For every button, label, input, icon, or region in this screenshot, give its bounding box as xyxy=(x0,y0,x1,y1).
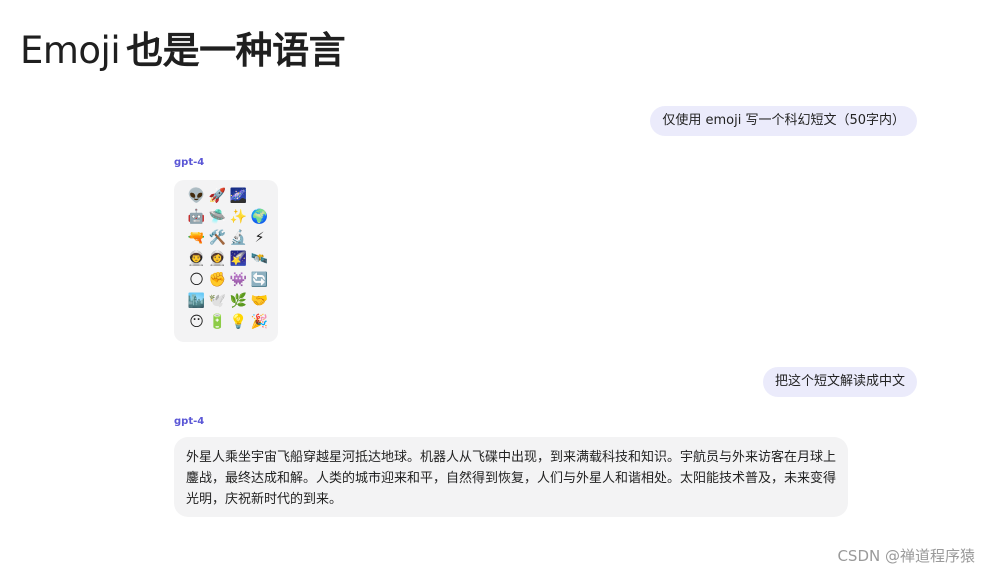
herb-emoji: 🌿 xyxy=(229,293,248,309)
emoji-row: 👽 🚀 🌌 xyxy=(186,186,278,207)
assistant-emoji-reply: 👽 🚀 🌌 🤖 🛸 ✨ 🌍 🔫 🛠️ 🔬 ⚡ 👨‍🚀 👩‍🚀 🌠 🛰️ 🌕 ✊ … xyxy=(174,180,278,342)
lightning-emoji: ⚡ xyxy=(254,230,265,246)
rocket-emoji: 🚀 xyxy=(208,188,227,204)
page-title-rest: 也是一种语言 xyxy=(126,29,346,72)
watermark: CSDN @禅道程序猿 xyxy=(837,547,975,565)
space-invader-emoji: 👾 xyxy=(229,272,248,288)
sparkles-emoji: ✨ xyxy=(229,209,248,225)
assistant-text-reply: 外星人乘坐宇宙飞船穿越星河抵达地球。机器人从飞碟中出现，到来满载科技和知识。宇航… xyxy=(174,437,848,517)
party-popper-emoji: 🎉 xyxy=(250,314,269,330)
page-title-emoji-word: Emoji xyxy=(20,29,121,72)
satellite-emoji: 🛰️ xyxy=(250,251,269,267)
ufo-emoji: 🛸 xyxy=(208,209,227,225)
handshake-emoji: 🤝 xyxy=(250,293,269,309)
dove-emoji: 🕊️ xyxy=(208,293,227,309)
repeat-emoji: 🔄 xyxy=(250,272,269,288)
emoji-row: 🏙️ 🕊️ 🌿 🤝 xyxy=(186,291,278,312)
page-title: Emoji 也是一种语言 xyxy=(20,28,346,74)
emoji-row: 🌕 ✊ 👾 🔄 xyxy=(186,270,278,291)
astronaut-emoji: 👨‍🚀 xyxy=(187,251,206,267)
emoji-row: 🤖 🛸 ✨ 🌍 xyxy=(186,207,278,228)
fist-emoji: ✊ xyxy=(208,272,227,288)
user-message-bubble: 把这个短文解读成中文 xyxy=(762,367,917,397)
emoji-row: 😶 🔋 💡 🎉 xyxy=(186,312,278,333)
water-pistol-emoji: 🔫 xyxy=(187,230,206,246)
galaxy-emoji: 🌌 xyxy=(229,188,248,204)
moon-emoji: 🌕 xyxy=(189,272,204,288)
astronaut-emoji: 👩‍🚀 xyxy=(208,251,227,267)
model-label: gpt-4 xyxy=(174,416,205,427)
emoji-row: 👨‍🚀 👩‍🚀 🌠 🛰️ xyxy=(186,249,278,270)
battery-emoji: 🔋 xyxy=(208,314,227,330)
earth-emoji: 🌍 xyxy=(250,209,269,225)
light-bulb-emoji: 💡 xyxy=(229,314,248,330)
face-emoji: 😶 xyxy=(189,314,204,330)
tools-emoji: 🛠️ xyxy=(208,230,227,246)
emoji-row: 🔫 🛠️ 🔬 ⚡ xyxy=(186,228,278,249)
model-label: gpt-4 xyxy=(174,157,205,168)
alien-emoji: 👽 xyxy=(187,188,206,204)
user-message-bubble: 仅使用 emoji 写一个科幻短文（50字内） xyxy=(650,106,917,136)
robot-emoji: 🤖 xyxy=(187,209,206,225)
shooting-star-emoji: 🌠 xyxy=(229,251,248,267)
cityscape-emoji: 🏙️ xyxy=(187,293,206,309)
microscope-emoji: 🔬 xyxy=(229,230,248,246)
